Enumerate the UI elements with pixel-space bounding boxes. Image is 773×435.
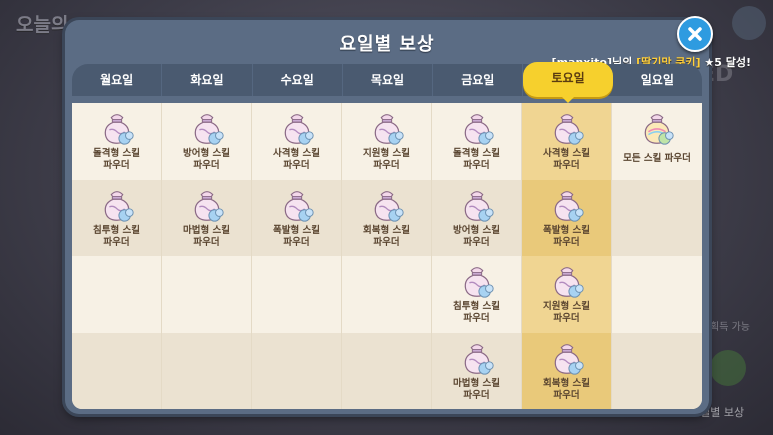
reward-label: 마법형 스킬 파우더 bbox=[452, 377, 500, 401]
empty-cell bbox=[612, 256, 702, 333]
tab-day[interactable]: 금요일 bbox=[433, 64, 524, 96]
reward-item: 폭발형 스킬 파우더 bbox=[252, 179, 342, 256]
potion-bag-icon bbox=[98, 186, 136, 224]
reward-item: 돌격형 스킬 파우더 bbox=[432, 103, 522, 180]
dialog-title: 요일별 보상 bbox=[339, 34, 435, 55]
potion-bag-icon bbox=[188, 186, 226, 224]
reward-label: 지원형 스킬 파우더 bbox=[362, 148, 410, 171]
reward-item: 사격형 스킬 파우더 bbox=[252, 103, 342, 180]
reward-item: 사격형 스킬 파우더 bbox=[522, 103, 612, 180]
empty-cell bbox=[162, 332, 252, 409]
day-column: 방어형 스킬 파우더마법형 스킬 파우더 bbox=[162, 103, 252, 409]
reward-label: 돌격형 스킬 파우더 bbox=[92, 148, 140, 171]
reward-item: 지원형 스킬 파우더 bbox=[522, 256, 612, 333]
tab-day[interactable]: 일요일 bbox=[613, 64, 702, 96]
close-button[interactable] bbox=[677, 16, 713, 52]
background-title: 오늘의 bbox=[16, 14, 69, 36]
day-column: 모든 스킬 파우더 bbox=[612, 103, 702, 409]
reward-item: 회복형 스킬 파우더 bbox=[342, 179, 432, 256]
reward-label: 사격형 스킬 파우더 bbox=[542, 148, 590, 171]
potion-bag-icon bbox=[368, 186, 406, 224]
reward-item: 지원형 스킬 파우더 bbox=[342, 103, 432, 180]
tab-day[interactable]: 화요일 bbox=[162, 64, 253, 96]
achievement-rank: ★5 달성! bbox=[700, 56, 751, 69]
empty-cell bbox=[72, 332, 162, 409]
close-icon bbox=[688, 27, 702, 41]
tab-day[interactable]: 토요일 bbox=[523, 62, 613, 103]
empty-cell bbox=[612, 332, 702, 409]
empty-cell bbox=[342, 256, 432, 333]
reward-item: 돌격형 스킬 파우더 bbox=[72, 103, 162, 180]
empty-cell bbox=[612, 179, 702, 256]
background-shape bbox=[710, 350, 746, 386]
reward-item: 마법형 스킬 파우더 bbox=[162, 179, 252, 256]
potion-bag-icon bbox=[278, 109, 316, 147]
empty-cell bbox=[252, 332, 342, 409]
potion-bag-icon bbox=[188, 109, 226, 147]
reward-item: 방어형 스킬 파우더 bbox=[162, 103, 252, 180]
reward-label: 회복형 스킬 파우더 bbox=[542, 377, 590, 401]
potion-bag-icon bbox=[458, 186, 496, 224]
tab-day[interactable]: 수요일 bbox=[253, 64, 343, 96]
day-column: 돌격형 스킬 파우더방어형 스킬 파우더침투형 스킬 파우더마법형 스킬 파우더 bbox=[432, 103, 522, 409]
day-tabs: 월요일 화요일 수요일 목요일 금요일 토요일 일요일 bbox=[72, 62, 702, 103]
empty-cell bbox=[72, 256, 162, 333]
reward-label: 지원형 스킬 파우더 bbox=[542, 301, 590, 324]
reward-label: 폭발형 스킬 파우더 bbox=[542, 224, 590, 248]
reward-label: 회복형 스킬 파우더 bbox=[362, 224, 410, 248]
potion-bag-icon bbox=[548, 339, 586, 377]
potion-bag-icon bbox=[278, 186, 316, 224]
reward-item: 폭발형 스킬 파우더 bbox=[522, 179, 612, 256]
tab-day[interactable]: 월요일 bbox=[72, 64, 163, 96]
potion-bag-icon bbox=[548, 109, 586, 147]
reward-label: 돌격형 스킬 파우더 bbox=[452, 148, 500, 171]
reward-item: 회복형 스킬 파우더 bbox=[522, 332, 612, 409]
potion-bag-icon bbox=[458, 109, 496, 147]
potion-bag-icon bbox=[458, 262, 496, 300]
reward-label: 방어형 스킬 파우더 bbox=[452, 224, 500, 248]
empty-cell bbox=[342, 332, 432, 409]
tab-day[interactable]: 목요일 bbox=[343, 64, 434, 96]
reward-grid: 돌격형 스킬 파우더 침투형 스킬 파우더 방어형 스킬 파우더 마법형 스킬 파우더… bbox=[72, 103, 702, 409]
rainbow-potion-bag-icon bbox=[638, 109, 676, 147]
reward-label: 사격형 스킬 파우더 bbox=[272, 148, 320, 171]
reward-item: 방어형 스킬 파우더 bbox=[432, 179, 522, 256]
day-column: 사격형 스킬 파우더폭발형 스킬 파우더 bbox=[252, 103, 342, 409]
reward-item: 침투형 스킬 파우더 bbox=[72, 179, 162, 256]
day-column: 돌격형 스킬 파우더침투형 스킬 파우더 bbox=[72, 103, 162, 409]
reward-item: 마법형 스킬 파우더 bbox=[432, 332, 522, 409]
potion-bag-icon bbox=[548, 186, 586, 224]
empty-cell bbox=[162, 256, 252, 333]
reward-label: 침투형 스킬 파우더 bbox=[452, 301, 500, 324]
reward-item: 침투형 스킬 파우더 bbox=[432, 256, 522, 333]
day-column: 사격형 스킬 파우더폭발형 스킬 파우더지원형 스킬 파우더회복형 스킬 파우더 bbox=[522, 103, 612, 409]
reward-label: 마법형 스킬 파우더 bbox=[182, 224, 230, 248]
reward-label: 폭발형 스킬 파우더 bbox=[272, 224, 320, 248]
potion-bag-icon bbox=[368, 109, 406, 147]
empty-cell bbox=[252, 256, 342, 333]
reward-label: 모든 스킬 파우더 bbox=[623, 153, 691, 164]
reward-label: 침투형 스킬 파우더 bbox=[92, 224, 140, 248]
potion-bag-icon bbox=[548, 262, 586, 300]
background-close-icon bbox=[732, 6, 766, 40]
potion-bag-icon bbox=[458, 339, 496, 377]
reward-item: 모든 스킬 파우더 bbox=[612, 103, 702, 180]
reward-label: 방어형 스킬 파우더 bbox=[182, 148, 230, 171]
background-text: 획득 가능 bbox=[710, 322, 750, 333]
potion-bag-icon bbox=[98, 109, 136, 147]
day-column: 지원형 스킬 파우더회복형 스킬 파우더 bbox=[342, 103, 432, 409]
